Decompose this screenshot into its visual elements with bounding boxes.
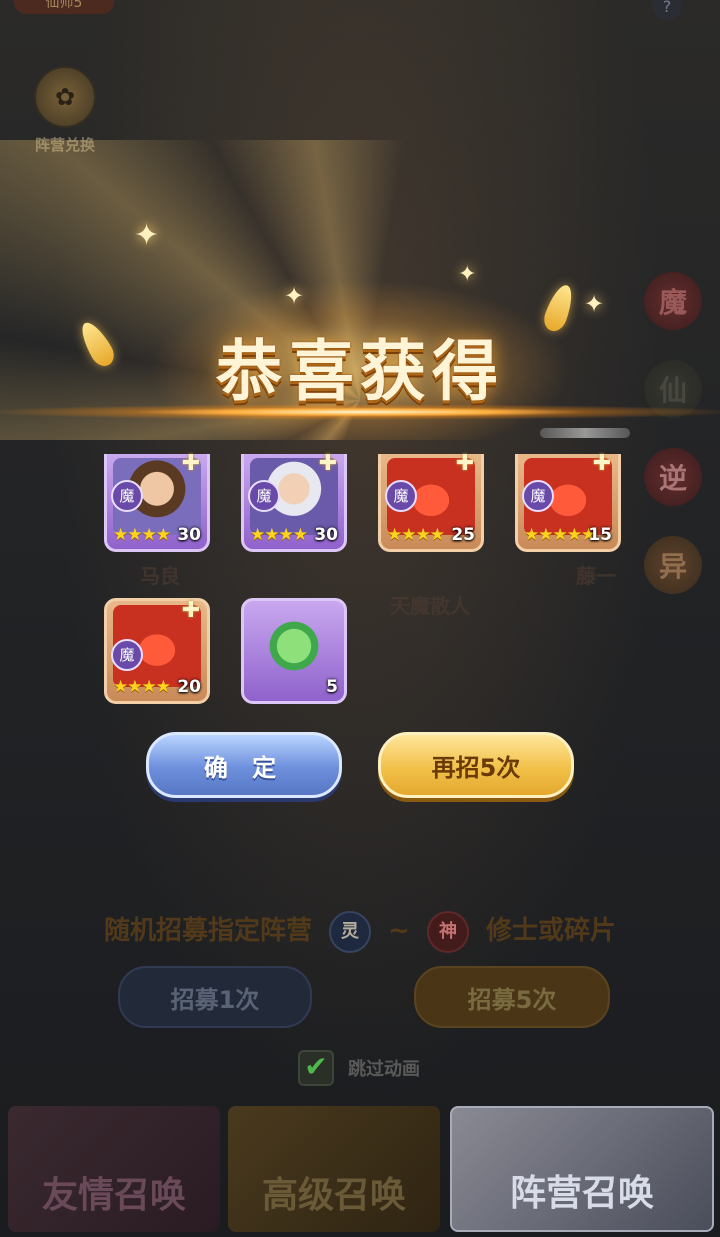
plus-icon: ✚	[592, 451, 612, 476]
paw-icon: ✿	[34, 66, 96, 128]
sparkle-icon: ✦	[284, 282, 305, 310]
item-count: 15	[588, 525, 612, 545]
title-glow-line	[0, 404, 720, 420]
faction-badge: 魔	[111, 480, 143, 512]
scroll-indicator	[540, 428, 630, 438]
reward-card[interactable]: ✚ 魔 ★★★★ 25	[378, 451, 484, 552]
plus-icon: ✚	[318, 451, 338, 476]
star-rating: ★★★★	[113, 677, 171, 697]
star-rating: ★★★★	[113, 525, 171, 545]
hero-name-ghost: 天魔散人	[390, 594, 470, 618]
sparkle-icon: ✦	[458, 262, 477, 287]
plus-icon: ✚	[181, 451, 201, 476]
hero-name-ghost: 藤一	[576, 564, 616, 588]
hero-name-ghost: 马良	[140, 564, 180, 588]
info-suffix: 修士或碎片	[486, 916, 617, 946]
advanced-summon-banner[interactable]: 高级召唤	[228, 1106, 440, 1232]
faction-badge: 魔	[385, 480, 417, 512]
faction-badge: 魔	[522, 480, 554, 512]
faction-badge: 魔	[111, 639, 143, 671]
item-count: 30	[314, 525, 338, 545]
plus-icon: ✚	[455, 451, 475, 476]
skip-animation-label: 跳过动画	[348, 1059, 420, 1080]
reward-card[interactable]: 5	[241, 598, 347, 704]
faction-summon-banner[interactable]: 阵营召唤	[450, 1106, 714, 1232]
checkbox-checked-icon[interactable]: ✔	[298, 1050, 334, 1086]
recruit-info-line: 随机招募指定阵营 灵 ~ 神 修士或碎片	[0, 910, 720, 953]
recruit-again-button[interactable]: 再招5次	[378, 732, 574, 798]
jade-icon	[250, 605, 338, 687]
info-prefix: 随机招募指定阵营	[103, 916, 312, 946]
star-rating: ★★★★★	[524, 525, 596, 545]
congrats-title: 恭喜获得	[216, 332, 504, 410]
sparkle-icon: ✦	[134, 218, 160, 253]
item-count: 20	[177, 677, 201, 697]
plus-icon: ✚	[181, 598, 201, 623]
recruit-once-button[interactable]: 招募1次	[118, 966, 312, 1028]
reward-card[interactable]: ✚ 魔 ★★★★ 30	[241, 451, 347, 552]
faction-badge: 魔	[248, 480, 280, 512]
faction-tab-yi[interactable]: 异	[644, 536, 702, 594]
sparkle-icon: ✦	[584, 290, 605, 318]
item-count: 5	[326, 677, 338, 697]
item-count: 25	[451, 525, 475, 545]
skip-animation-toggle[interactable]: ✔ 跳过动画	[298, 1050, 420, 1086]
info-tilde: ~	[388, 916, 410, 946]
ling-faction-icon: 灵	[329, 910, 372, 953]
reward-card[interactable]: ✚ 魔 ★★★★ 30	[104, 451, 210, 552]
top-currency-pill: 仙师5	[14, 0, 114, 14]
confirm-button[interactable]: 确 定	[146, 732, 342, 798]
item-count: 30	[177, 525, 201, 545]
faction-tab-ni[interactable]: 逆	[644, 448, 702, 506]
star-rating: ★★★★	[250, 525, 308, 545]
star-rating: ★★★★	[387, 525, 445, 545]
reward-card[interactable]: ✚ 魔 ★★★★ 20	[104, 598, 210, 704]
shen-faction-icon: 神	[426, 910, 469, 953]
reward-card[interactable]: ✚ 魔 ★★★★★ 15	[515, 451, 621, 552]
friendship-summon-banner[interactable]: 友情召唤	[8, 1106, 220, 1232]
recruit-five-button[interactable]: 招募5次	[414, 966, 610, 1028]
